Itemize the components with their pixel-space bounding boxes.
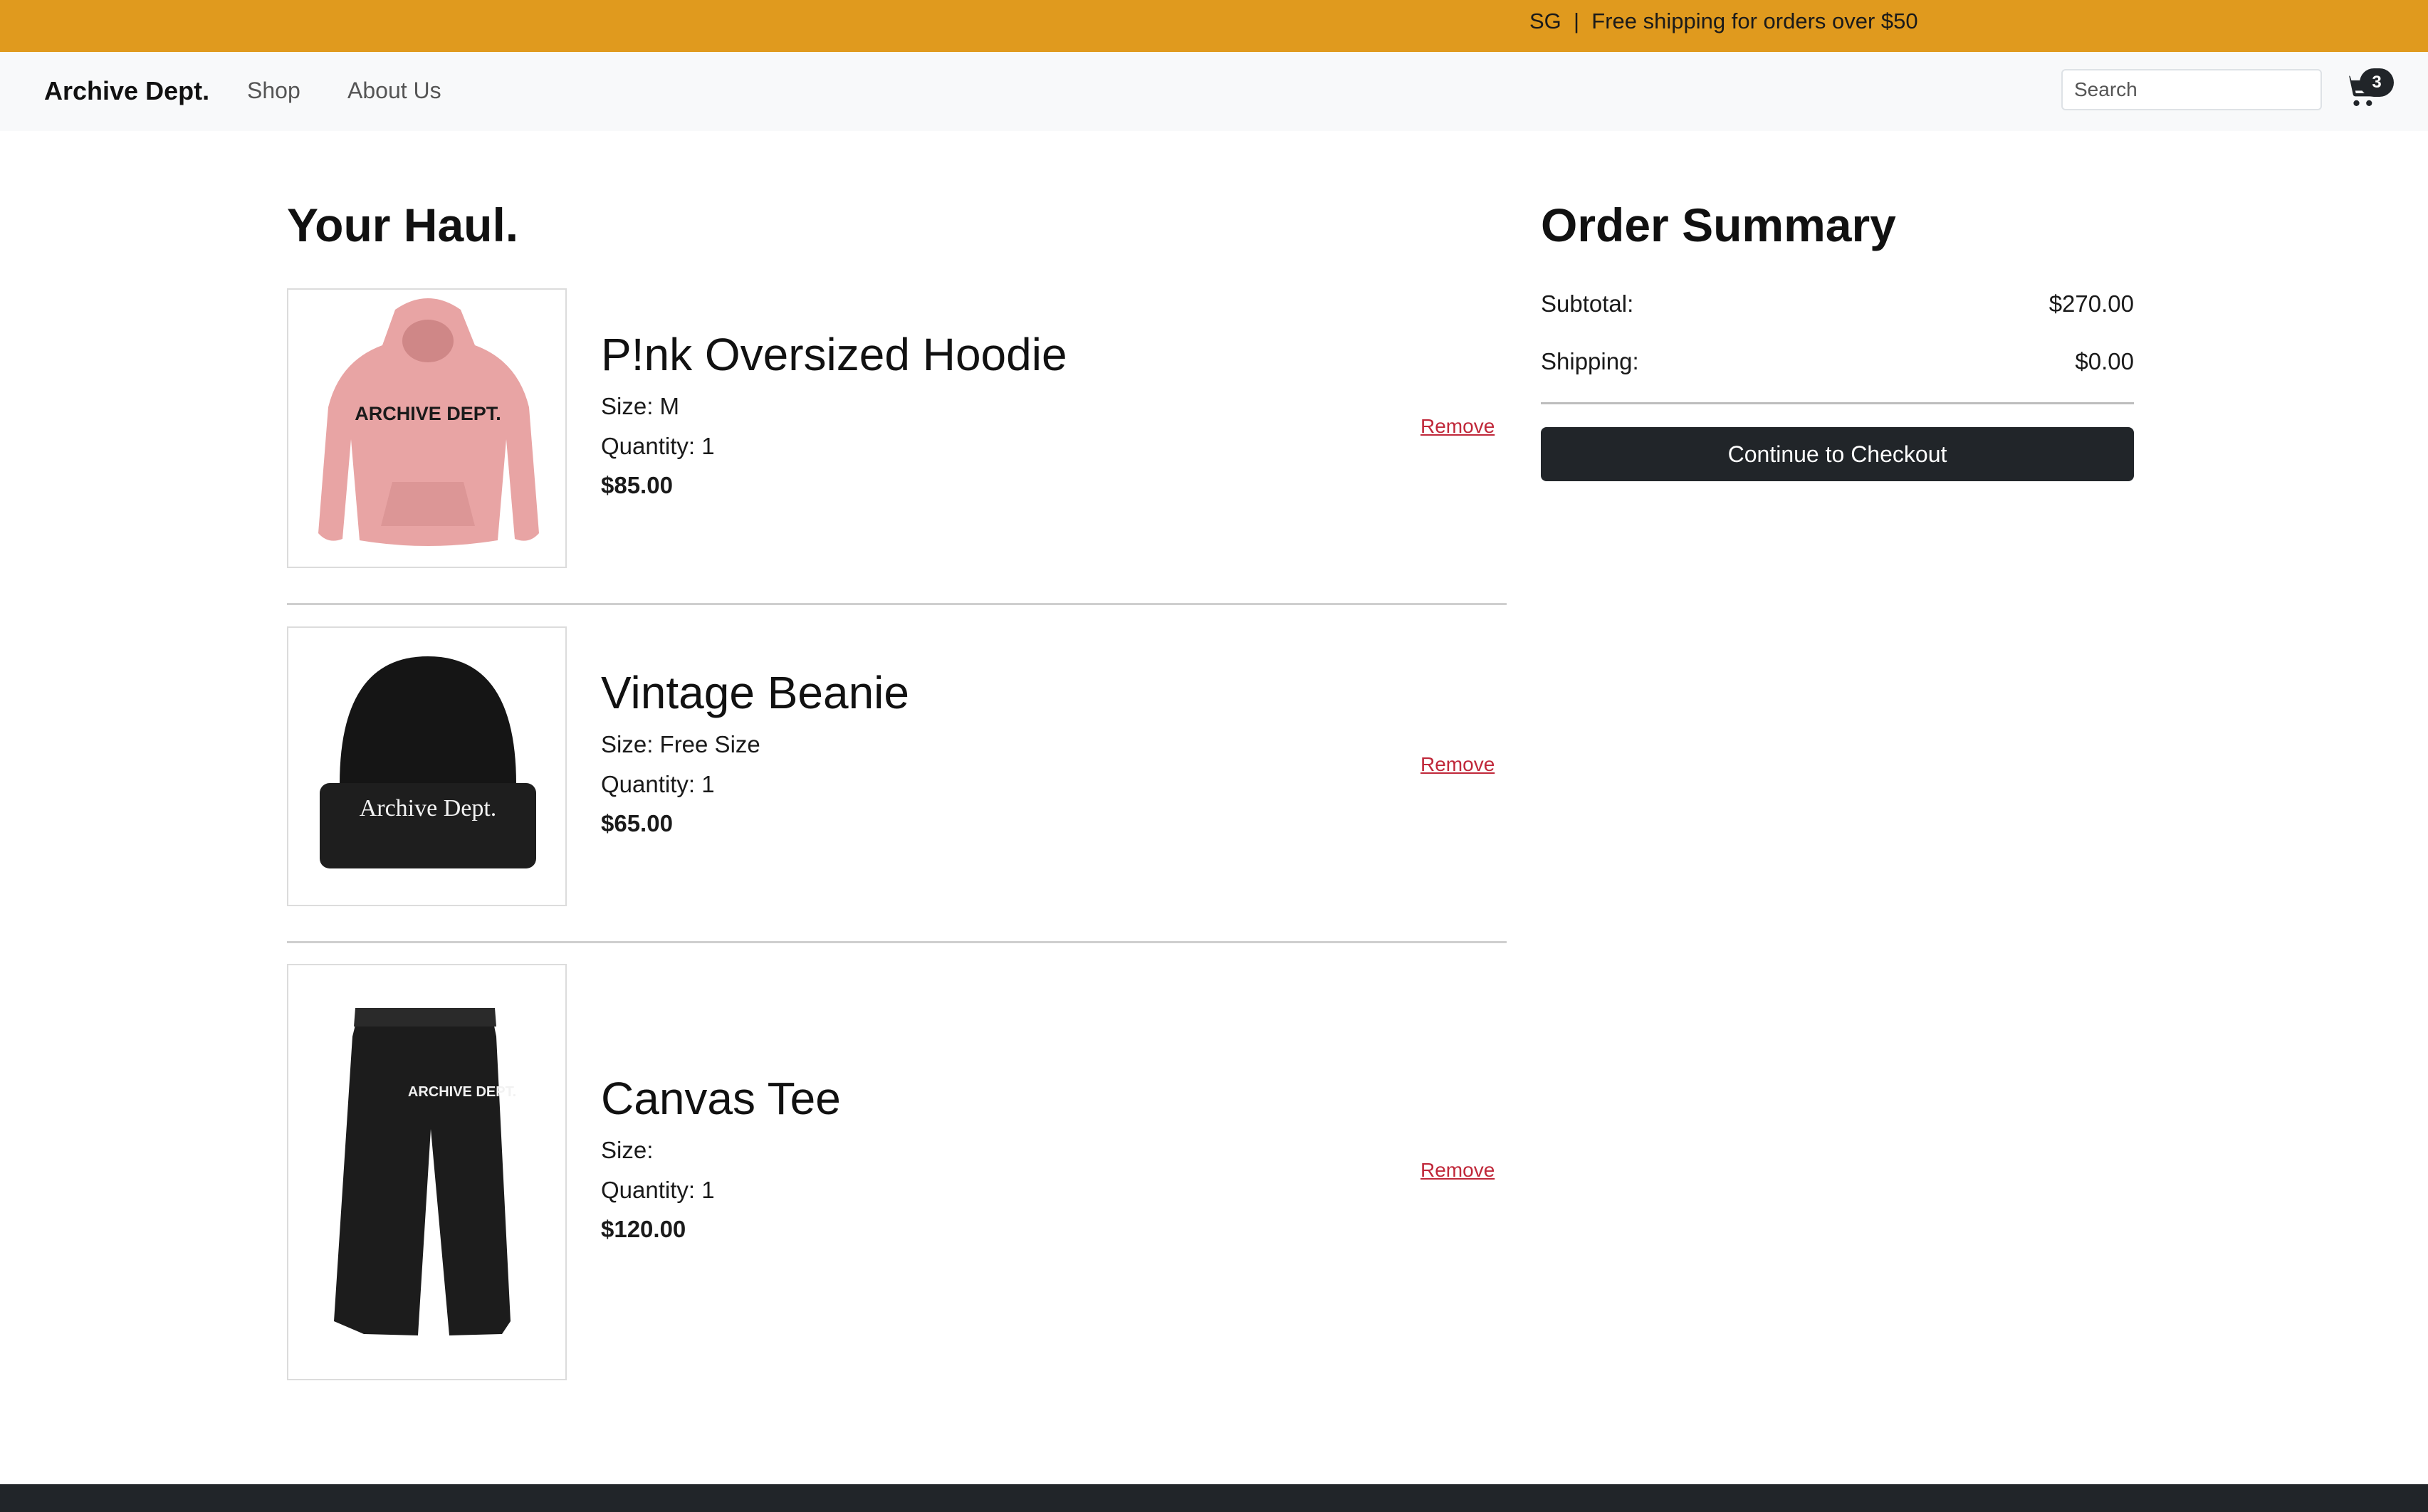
product-image-hoodie[interactable]: ARCHIVE DEPT.: [287, 288, 567, 568]
beanie-image: Archive Dept.: [320, 656, 536, 868]
product-size: Size: Free Size: [601, 731, 760, 757]
hoodie-image: ARCHIVE DEPT.: [318, 298, 539, 546]
hoodie-print: ARCHIVE DEPT.: [355, 403, 501, 424]
product-quantity: Quantity: 1: [601, 433, 715, 459]
nav-link-shop[interactable]: Shop: [247, 78, 300, 104]
checkout-button[interactable]: Continue to Checkout: [1541, 427, 2134, 481]
cart-item: Archive Dept. Vintage Beanie Size: Free …: [287, 626, 1507, 943]
product-quantity: Quantity: 1: [601, 771, 715, 797]
product-image-tee[interactable]: ARCHIVE DEPT.: [287, 964, 567, 1380]
product-size: Size: M: [601, 393, 680, 419]
page-title: Your Haul.: [287, 199, 519, 251]
cart-item: ARCHIVE DEPT. P!nk Oversized Hoodie Size…: [287, 288, 1507, 605]
beanie-print: Archive Dept.: [360, 795, 497, 821]
product-price: $85.00: [601, 472, 673, 498]
promo-bar: SG | Free shipping for orders over $50: [0, 0, 2428, 52]
product-price: $65.00: [601, 810, 673, 836]
subtotal-row: Subtotal: $270.00: [1541, 290, 2134, 319]
product-name: Canvas Tee: [601, 1073, 841, 1124]
product-name: P!nk Oversized Hoodie: [601, 329, 1067, 380]
product-price: $120.00: [601, 1216, 686, 1242]
cart-count-badge: 3: [2360, 68, 2394, 97]
subtotal-label: Subtotal:: [1541, 290, 1634, 317]
remove-link[interactable]: Remove: [1420, 753, 1495, 776]
search-input[interactable]: [2061, 69, 2322, 110]
order-summary-title: Order Summary: [1541, 199, 1896, 251]
shipping-value: $0.00: [2075, 348, 2134, 374]
jeans-print: ARCHIVE DEPT.: [408, 1084, 516, 1100]
product-quantity: Quantity: 1: [601, 1177, 715, 1203]
jeans-image: ARCHIVE DEPT.: [334, 1008, 516, 1335]
summary-divider: [1541, 402, 2134, 404]
remove-link[interactable]: Remove: [1420, 415, 1495, 438]
shipping-label: Shipping:: [1541, 348, 1639, 374]
nav-link-about-us[interactable]: About Us: [347, 78, 441, 104]
remove-link[interactable]: Remove: [1420, 1159, 1495, 1182]
cart-button[interactable]: 3: [2343, 68, 2400, 115]
navbar: Archive Dept. Shop About Us 3: [0, 52, 2428, 131]
subtotal-value: $270.00: [2048, 290, 2134, 317]
product-size: Size:: [601, 1137, 654, 1163]
product-name: Vintage Beanie: [601, 667, 909, 718]
shipping-row: Shipping: $0.00: [1541, 348, 2134, 377]
footer: [0, 1484, 2428, 1512]
promo-text: SG | Free shipping for orders over $50: [1529, 9, 1918, 33]
cart-item: ARCHIVE DEPT. Canvas Tee Size: Quantity:…: [287, 964, 1507, 1380]
product-image-beanie[interactable]: Archive Dept.: [287, 626, 567, 906]
brand-logo[interactable]: Archive Dept.: [44, 76, 209, 106]
